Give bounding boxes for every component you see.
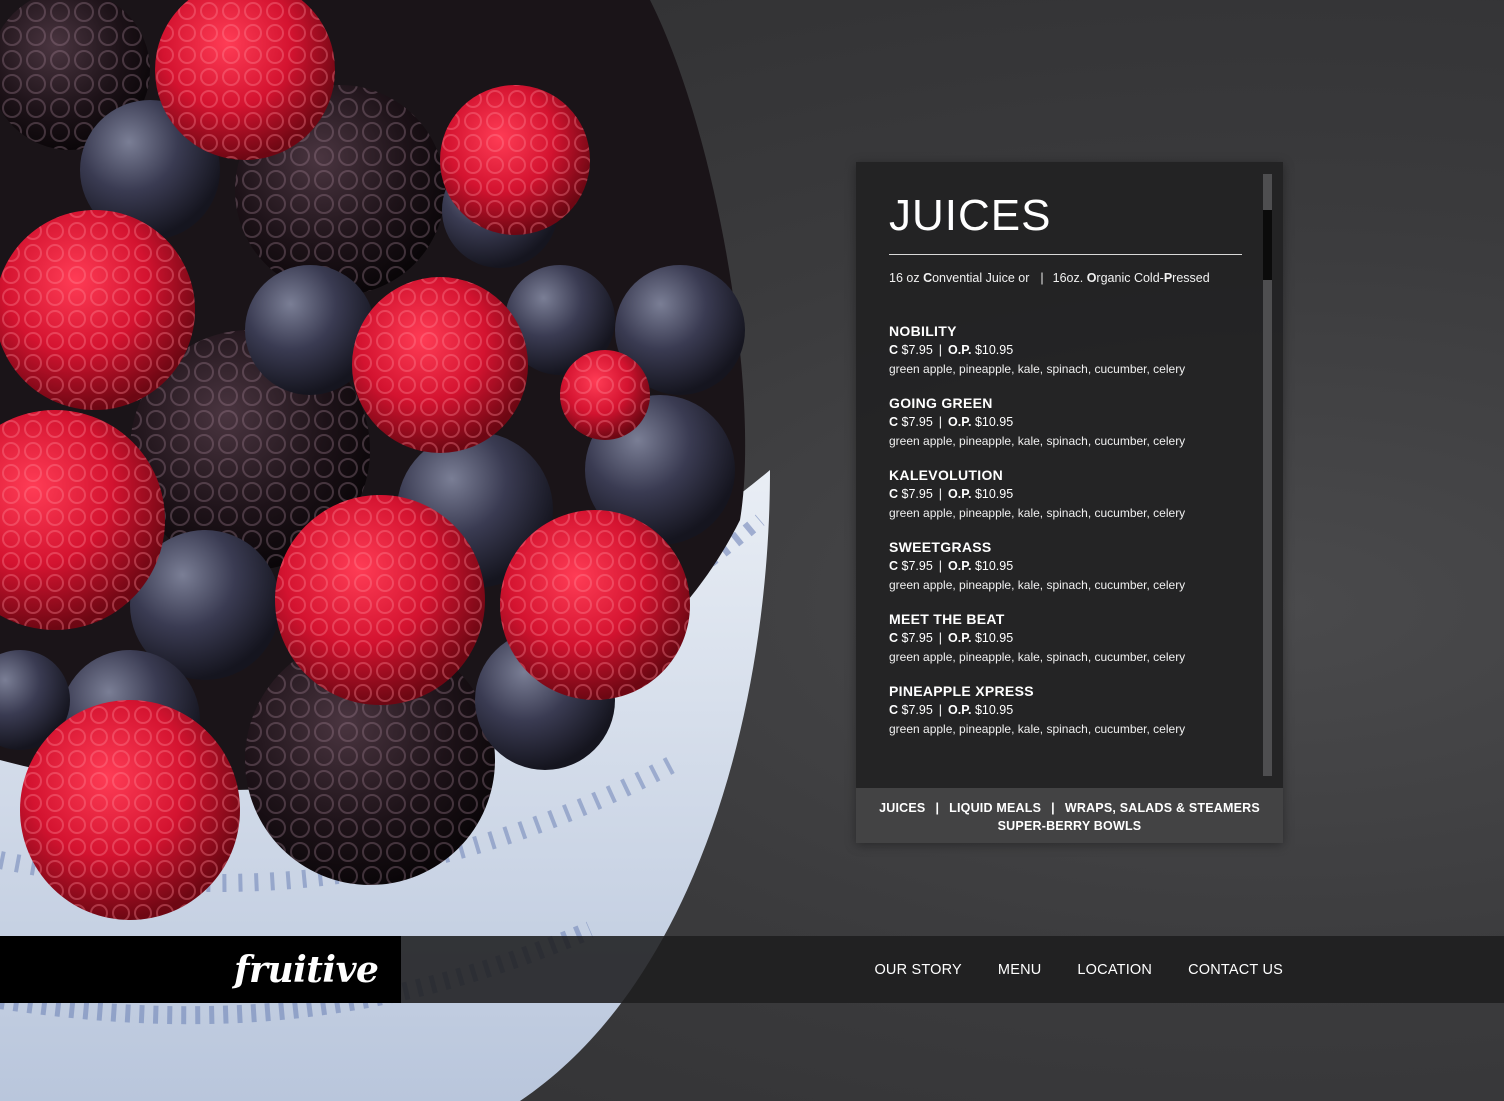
item-name: KALEVOLUTION	[889, 467, 1004, 483]
menu-panel[interactable]: JUICES 16 oz Convential Juice or | 16oz. O…	[856, 162, 1283, 843]
item-prices: C $7.95 | O.P. $10.95	[889, 703, 1014, 717]
main-nav: OUR STORY MENU LOCATION CONTACT US	[874, 936, 1283, 1003]
footer-bar: fruitive OUR STORY MENU LOCATION CONTACT…	[0, 936, 1504, 1003]
title-divider	[889, 254, 1242, 255]
item-name: MEET THE BEAT	[889, 611, 1005, 627]
item-name: NOBILITY	[889, 323, 957, 339]
tab-wraps-salads-steamers[interactable]: WRAPS, SALADS & STEAMERS	[1065, 801, 1260, 815]
size-legend: 16 oz Convential Juice or | 16oz. Organic …	[889, 271, 1210, 285]
menu-content: JUICES 16 oz Convential Juice or | 16oz. O…	[889, 190, 1242, 754]
menu-scrollbar-track[interactable]	[1263, 174, 1272, 776]
item-name: GOING GREEN	[889, 395, 993, 411]
menu-title: JUICES	[889, 191, 1052, 240]
item-prices: C $7.95 | O.P. $10.95	[889, 415, 1014, 429]
item-description: green apple, pineapple, kale, spinach, c…	[889, 650, 1186, 664]
item-prices: C $7.95 | O.P. $10.95	[889, 559, 1014, 573]
menu-item: PINEAPPLE XPRESS C $7.95 | O.P. $10.95 gre…	[889, 682, 1242, 754]
menu-item: MEET THE BEAT C $7.95 | O.P. $10.95 green …	[889, 610, 1242, 682]
nav-menu[interactable]: MENU	[998, 962, 1042, 978]
item-name: SWEETGRASS	[889, 539, 992, 555]
item-description: green apple, pineapple, kale, spinach, c…	[889, 362, 1186, 376]
item-name: PINEAPPLE XPRESS	[889, 683, 1034, 699]
menu-item: SWEETGRASS C $7.95 | O.P. $10.95 green app…	[889, 538, 1242, 610]
item-description: green apple, pineapple, kale, spinach, c…	[889, 434, 1186, 448]
menu-item: GOING GREEN C $7.95 | O.P. $10.95 green ap…	[889, 394, 1242, 466]
logo-box[interactable]: fruitive	[0, 936, 401, 1003]
tab-separator: |	[1051, 801, 1055, 815]
nav-our-story[interactable]: OUR STORY	[874, 962, 961, 978]
tab-juices[interactable]: JUICES	[879, 801, 925, 815]
item-prices: C $7.95 | O.P. $10.95	[889, 343, 1014, 357]
item-prices: C $7.95 | O.P. $10.95	[889, 487, 1014, 501]
menu-items-list: NOBILITY C $7.95 | O.P. $10.95 green apple…	[889, 322, 1242, 754]
item-prices: C $7.95 | O.P. $10.95	[889, 631, 1014, 645]
fruitive-logo[interactable]: fruitive	[234, 948, 379, 992]
nav-contact-us[interactable]: CONTACT US	[1188, 962, 1283, 978]
tab-separator: |	[935, 801, 940, 815]
menu-item: KALEVOLUTION C $7.95 | O.P. $10.95 green a…	[889, 466, 1242, 538]
tab-super-berry-bowls[interactable]: SUPER-BERRY BOWLS	[998, 819, 1142, 833]
item-description: green apple, pineapple, kale, spinach, c…	[889, 722, 1186, 736]
nav-location[interactable]: LOCATION	[1077, 962, 1152, 978]
item-description: green apple, pineapple, kale, spinach, c…	[889, 506, 1186, 520]
menu-scrollbar-thumb[interactable]	[1263, 210, 1272, 280]
item-description: green apple, pineapple, kale, spinach, c…	[889, 578, 1186, 592]
menu-category-tabs: JUICES | LIQUID MEALS | WRAPS, SALADS & STEA…	[856, 788, 1283, 843]
tab-liquid-meals[interactable]: LIQUID MEALS	[949, 801, 1041, 815]
menu-item: NOBILITY C $7.95 | O.P. $10.95 green apple…	[889, 322, 1242, 394]
